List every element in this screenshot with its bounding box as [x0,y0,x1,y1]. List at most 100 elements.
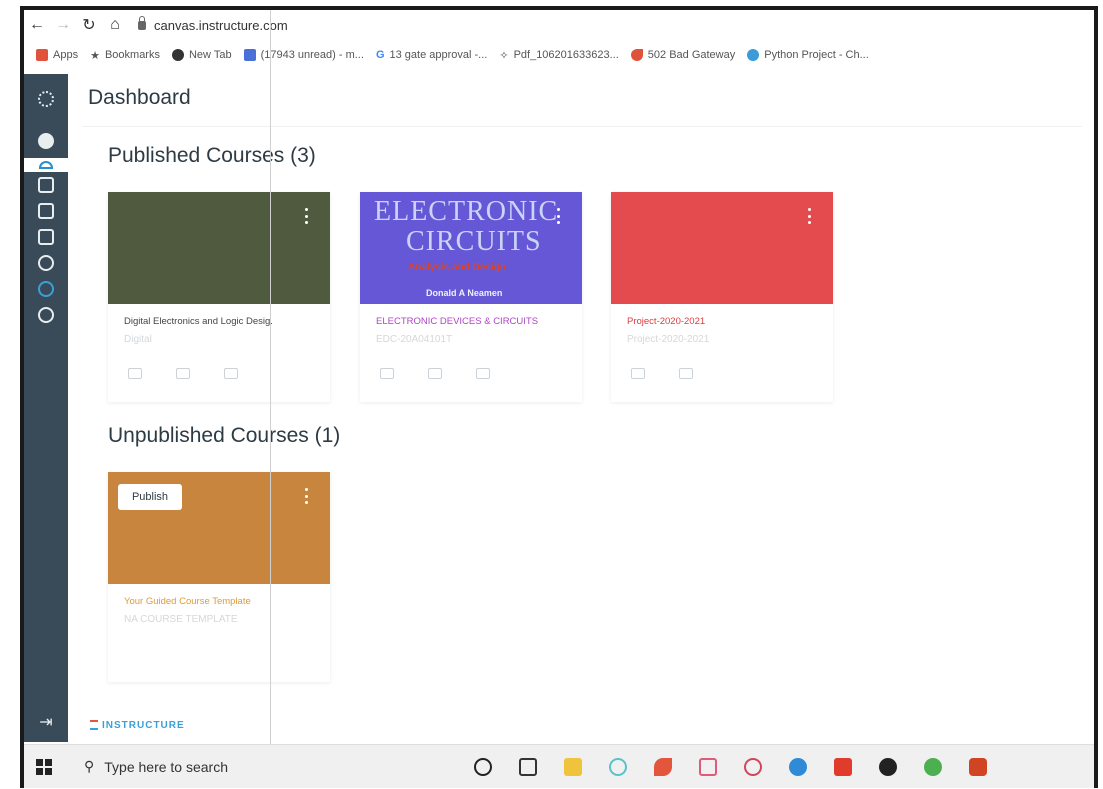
commons-nav-icon[interactable] [24,276,68,302]
bookmark-label: Apps [53,49,79,61]
course-card-hero[interactable] [611,192,833,304]
office-icon[interactable] [834,757,852,776]
bookmark-gate[interactable]: G 13 gate approval -... [376,49,487,61]
waveform-app-icon[interactable] [744,757,762,776]
powerpoint-icon[interactable] [969,757,987,776]
course-card[interactable]: ELECTRONIC CIRCUITS Analysis and Design … [360,192,582,402]
course-card[interactable]: Publish Your Guided Course Template NA C… [108,472,330,682]
browser-toolbar: ← → ↻ ⌂ canvas.instructure.com [24,10,1094,40]
published-heading: Published Courses (3) [108,144,316,167]
cover-author: Donald A Neamen [426,288,503,298]
course-card-hero[interactable]: ELECTRONIC CIRCUITS Analysis and Design … [360,192,582,304]
bookmark-label: Pdf_106201633623... [513,49,619,61]
course-title[interactable]: ELECTRONIC DEVICES & CIRCUITS [376,316,538,327]
back-icon[interactable]: ← [24,16,50,34]
calendar-icon [38,203,54,219]
matlab-icon[interactable] [654,757,672,776]
feather-icon: ✧ [499,49,509,62]
reload-icon[interactable]: ↻ [76,15,102,35]
canvas-logo-icon[interactable] [24,74,68,124]
discussions-icon[interactable] [224,368,238,379]
bookmark-label: 13 gate approval -... [389,49,488,61]
taskbar-apps [474,757,987,776]
course-title[interactable]: Your Guided Course Template [124,596,251,607]
course-title[interactable]: Project-2020-2021 [627,316,705,327]
bookmark-pdf[interactable]: ✧ Pdf_106201633623... [499,49,618,62]
course-card-hero[interactable]: Publish [108,472,330,584]
sketch-app-icon[interactable] [699,757,717,776]
help-nav-icon[interactable] [24,302,68,328]
url-text: canvas.instructure.com [154,17,288,33]
cortana-icon[interactable] [474,757,492,776]
bookmark-new-tab[interactable]: New Tab [171,49,232,61]
mail-icon [243,49,256,61]
chrome-icon[interactable] [924,757,942,776]
assignments-icon[interactable] [380,368,394,379]
dashboard-nav-icon[interactable] [24,158,68,172]
publish-button[interactable]: Publish [118,484,182,510]
discussions-icon[interactable] [428,368,442,379]
bookmark-bad-gateway[interactable]: 502 Bad Gateway [630,49,736,61]
courses-nav-icon[interactable] [24,172,68,198]
calendar-nav-icon[interactable] [24,198,68,224]
dashboard-main: Dashboard Published Courses (3) Digital … [68,74,1094,742]
info-icon [38,307,54,323]
taskbar-search[interactable]: ⚲ Type here to search [64,745,394,789]
kebab-menu-icon[interactable] [805,206,813,226]
bookmark-mail[interactable]: (17943 unread) - m... [243,49,364,61]
arduino-icon[interactable] [609,757,627,776]
assignments-icon[interactable] [176,368,190,379]
kebab-menu-icon[interactable] [554,206,562,226]
bookmark-apps[interactable]: Apps [36,49,78,61]
instructure-logo: INSTRUCTURE [90,720,185,731]
bookmark-label: New Tab [188,49,232,61]
account-icon[interactable] [24,124,68,158]
search-placeholder: Type here to search [104,758,229,775]
task-view-icon[interactable] [519,757,537,776]
announcements-icon[interactable] [128,368,142,379]
share-arrow-icon [38,281,54,297]
forward-icon[interactable]: → [50,16,76,34]
collapse-nav-icon[interactable]: ⇥ [24,712,68,732]
bookmark-python[interactable]: Python Project - Ch... [747,49,869,61]
user-icon [38,133,54,149]
cover-title-line2: CIRCUITS [406,226,542,257]
logo-mark-icon [38,91,54,107]
course-card[interactable]: Digital Electronics and Logic Desig. Dig… [108,192,330,402]
files-icon[interactable] [476,368,490,379]
address-bar[interactable]: canvas.instructure.com [138,15,288,33]
clock-icon [38,255,54,271]
bookmark-bookmarks[interactable]: ★ Bookmarks [90,49,160,62]
card-actions [631,368,693,379]
course-code: EDC-20A04101T [376,334,453,345]
bookmark-label: 502 Bad Gateway [647,49,736,61]
chat-icon [747,49,760,61]
global-nav: ⇥ [24,74,68,742]
start-button[interactable] [24,758,64,775]
obs-icon[interactable] [879,757,897,776]
history-nav-icon[interactable] [24,250,68,276]
kebab-menu-icon[interactable] [302,486,310,506]
bookmark-label: Python Project - Ch... [764,49,869,61]
globe-icon [171,49,184,61]
files-icon[interactable] [679,368,693,379]
speedometer-icon [39,161,53,169]
course-card[interactable]: Project-2020-2021 Project-2020-2021 [611,192,833,402]
edge-icon[interactable] [789,757,807,776]
scan-artifact-line [270,10,271,745]
home-icon[interactable]: ⌂ [102,16,128,34]
discussions-icon[interactable] [631,368,645,379]
file-explorer-icon[interactable] [564,757,582,776]
lock-icon [138,15,146,30]
course-card-hero[interactable] [108,192,330,304]
card-actions [380,368,490,379]
header-divider [82,126,1082,127]
cover-title-line1: ELECTRONIC [374,196,559,227]
screen: ← → ↻ ⌂ canvas.instructure.com Apps ★ Bo… [0,0,1103,788]
bookmark-label: (17943 unread) - m... [260,49,364,61]
kebab-menu-icon[interactable] [302,206,310,226]
unpublished-heading: Unpublished Courses (1) [108,424,341,447]
inbox-nav-icon[interactable] [24,224,68,250]
course-title[interactable]: Digital Electronics and Logic Desig. [124,316,273,327]
card-actions [128,368,238,379]
